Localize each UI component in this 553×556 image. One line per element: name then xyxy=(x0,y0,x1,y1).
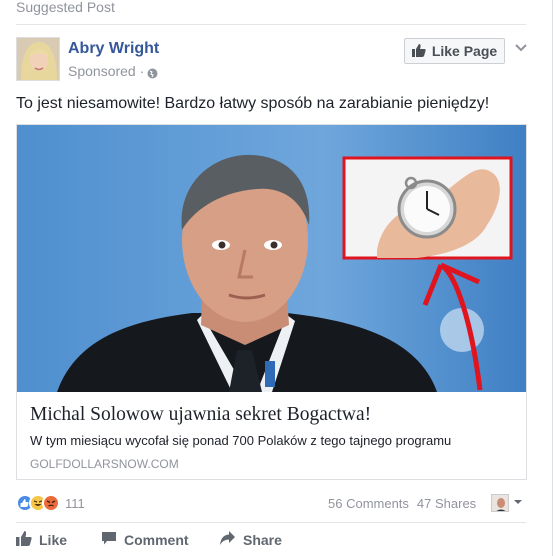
shares-count[interactable]: 47 Shares xyxy=(417,496,476,511)
divider xyxy=(16,522,526,523)
comment-icon xyxy=(101,530,117,549)
like-button[interactable]: Like xyxy=(16,530,101,549)
chevron-down-icon[interactable] xyxy=(515,44,527,52)
share-icon xyxy=(219,530,236,549)
angry-reaction-icon xyxy=(42,494,60,512)
divider xyxy=(16,24,526,25)
post-text: To jest niesamowite! Bardzo łatwy sposób… xyxy=(16,95,490,112)
link-preview-image[interactable] xyxy=(17,125,526,392)
comments-count[interactable]: 56 Comments xyxy=(328,496,409,511)
link-title[interactable]: Michal Solowow ujawnia sekret Bogactwa! xyxy=(30,404,371,426)
engagement-counts: 56 Comments 47 Shares xyxy=(328,496,476,511)
link-description: W tym miesiącu wycofał się ponad 700 Pol… xyxy=(30,433,452,448)
like-label: Like xyxy=(39,531,68,548)
avatar[interactable] xyxy=(491,494,509,512)
share-button[interactable]: Share xyxy=(219,530,309,549)
comment-button[interactable]: Comment xyxy=(101,530,219,549)
globe-icon xyxy=(147,66,158,78)
comment-label: Comment xyxy=(124,531,189,548)
action-bar: Like Comment Share xyxy=(16,530,309,549)
like-page-button[interactable]: Like Page xyxy=(404,38,505,64)
share-label: Share xyxy=(243,531,282,548)
link-preview[interactable]: Michal Solowow ujawnia sekret Bogactwa! … xyxy=(16,124,527,480)
thumbs-up-icon xyxy=(411,43,426,60)
link-domain: GOLFDOLLARSNOW.COM xyxy=(30,457,179,471)
sponsored-meta: Sponsored · xyxy=(68,63,158,79)
reactions-summary[interactable]: 111 xyxy=(16,492,85,514)
chevron-down-icon[interactable] xyxy=(513,499,523,506)
author-avatar[interactable] xyxy=(16,37,60,81)
suggested-post-card: Suggested Post Abry Wright Sponsored · L… xyxy=(0,0,553,556)
reaction-count[interactable]: 111 xyxy=(65,496,85,511)
sponsored-label[interactable]: Sponsored · xyxy=(68,63,144,79)
like-page-label: Like Page xyxy=(431,43,498,59)
author-name[interactable]: Abry Wright xyxy=(68,40,159,58)
thumbs-up-icon xyxy=(16,530,32,549)
suggested-post-label: Suggested Post xyxy=(16,0,115,15)
